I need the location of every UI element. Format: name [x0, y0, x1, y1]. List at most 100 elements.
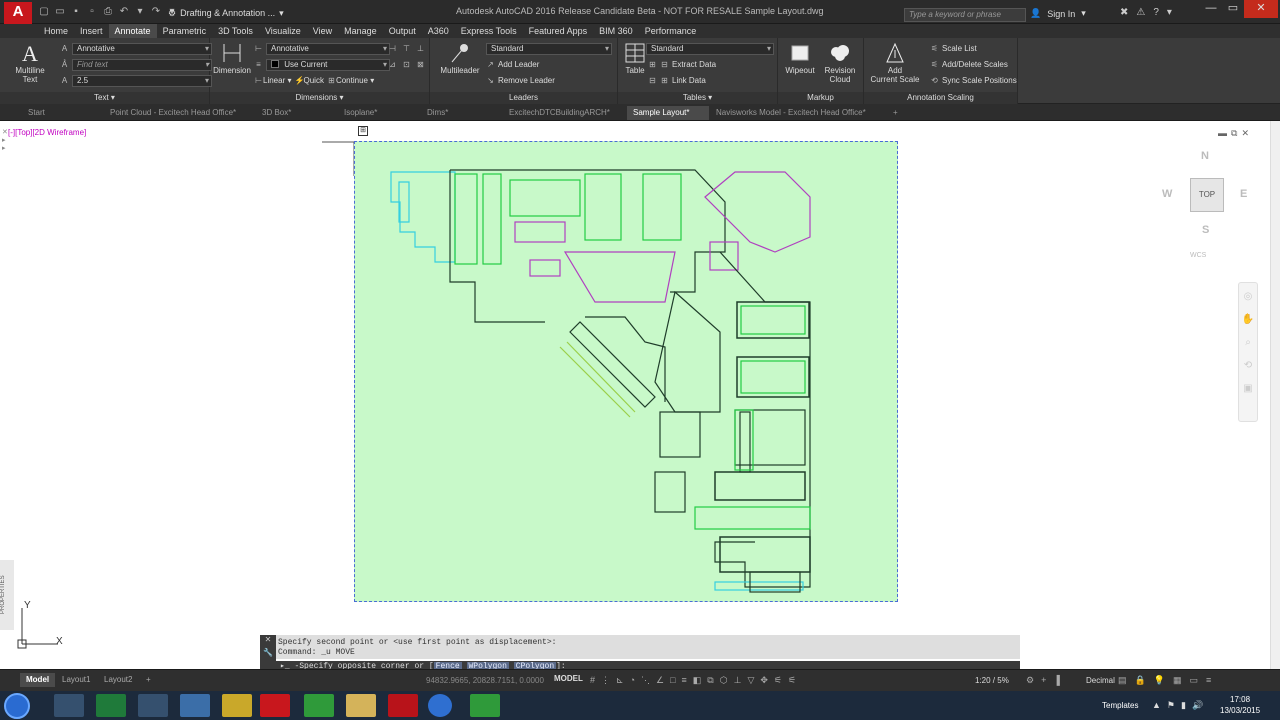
- file-tab-sample-layout[interactable]: Sample Layout*: [627, 106, 709, 120]
- units-select[interactable]: Decimal: [1086, 676, 1115, 685]
- selection-cycling-icon[interactable]: ⧉: [707, 675, 713, 686]
- properties-palette-tab[interactable]: PROPERTIES: [0, 560, 14, 630]
- polar-icon[interactable]: ◔: [630, 675, 635, 686]
- viewcube-south[interactable]: S: [1202, 224, 1209, 236]
- ribbon-tab-bim-360[interactable]: BIM 360: [593, 24, 639, 38]
- system-clock[interactable]: 17:08 13/03/2015: [1220, 694, 1260, 716]
- leader-style-select[interactable]: Standard: [486, 42, 612, 55]
- save-as-icon[interactable]: ▫: [86, 6, 98, 18]
- sync-scale-positions-button[interactable]: ⟲ Sync Scale Positions: [930, 74, 1017, 87]
- layout-tab-layout1[interactable]: Layout1: [56, 673, 96, 687]
- dynamic-ucs-icon[interactable]: ⊥: [734, 675, 742, 686]
- stay-connected-icon[interactable]: ⚠: [1136, 7, 1145, 18]
- camtasia-recorder-icon[interactable]: [470, 694, 500, 717]
- file-tab-navisworks[interactable]: Navisworks Model - Excitech Head Office*: [710, 106, 888, 120]
- dim-break-icon[interactable]: ⊣: [388, 44, 397, 53]
- customize-icon[interactable]: 🔧: [260, 648, 276, 657]
- chrome-icon[interactable]: [428, 694, 452, 717]
- close-command-line-icon[interactable]: ✕: [260, 635, 276, 644]
- continue-button[interactable]: ⊞Continue ▾: [327, 76, 374, 85]
- ribbon-tab-home[interactable]: Home: [38, 24, 74, 38]
- multiline-text-button[interactable]: A Multiline Text: [10, 42, 50, 84]
- tables-panel-title[interactable]: Tables ▾: [618, 92, 777, 104]
- auto-scale-icon[interactable]: ⚟: [788, 675, 796, 686]
- ribbon-tab-express-tools[interactable]: Express Tools: [455, 24, 523, 38]
- navigation-bar[interactable]: ◎ ✋ ⌕ ⟲ ▣: [1238, 282, 1258, 422]
- dim-update-icon[interactable]: ⊠: [416, 60, 425, 69]
- file-tab-isoplane[interactable]: Isoplane*: [338, 106, 420, 120]
- ribbon-tab-insert[interactable]: Insert: [74, 24, 109, 38]
- extract-data-button[interactable]: ⊞ ⊟ Extract Data: [648, 58, 716, 71]
- zoom-icon[interactable]: ⌕: [1239, 337, 1257, 348]
- text-panel-title[interactable]: Text ▾: [0, 92, 209, 104]
- object-snap-tracking-icon[interactable]: ∠: [656, 675, 664, 686]
- gizmo-icon[interactable]: ✥: [760, 675, 768, 686]
- remove-leader-button[interactable]: ↘ Remove Leader: [486, 74, 555, 87]
- file-tab-dims[interactable]: Dims*: [421, 106, 503, 120]
- lock-ui-icon[interactable]: 🔒: [1135, 675, 1146, 686]
- showmotion-icon[interactable]: ▣: [1239, 383, 1257, 394]
- layout-tab-model[interactable]: Model: [20, 673, 56, 687]
- graphics-performance-icon[interactable]: ▦: [1173, 675, 1182, 686]
- link-data-button[interactable]: ⊟ ⊞ Link Data: [648, 74, 706, 87]
- ribbon-tab-manage[interactable]: Manage: [338, 24, 383, 38]
- ortho-icon[interactable]: ⊾: [616, 675, 624, 686]
- file-tab-excitech-dtc[interactable]: ExcitechDTCBuildingARCH*: [503, 106, 625, 120]
- network-icon[interactable]: ▮: [1181, 700, 1186, 711]
- annotation-monitor-icon[interactable]: +: [1041, 675, 1046, 686]
- acrobat-icon[interactable]: [388, 694, 418, 717]
- ribbon-tab-performance[interactable]: Performance: [639, 24, 703, 38]
- templates-toolbar[interactable]: Templates: [1102, 701, 1138, 710]
- ribbon-tab-parametric[interactable]: Parametric: [157, 24, 213, 38]
- workspace-switcher[interactable]: ⚙ Drafting & Annotation ... ▾: [168, 6, 284, 20]
- clean-screen-icon[interactable]: ▭: [1189, 675, 1198, 686]
- dim-style-select[interactable]: Annotative: [266, 42, 390, 55]
- ribbon-tab-a360[interactable]: A360: [422, 24, 455, 38]
- multileader-button[interactable]: Multileader: [436, 42, 484, 75]
- model-space-button[interactable]: MODEL: [554, 674, 583, 683]
- minimize-icon[interactable]: —: [1200, 0, 1222, 18]
- add-leader-button[interactable]: ↗ Add Leader: [486, 58, 539, 71]
- dim-layer-select[interactable]: Use Current: [266, 58, 390, 71]
- open-icon[interactable]: ▭: [54, 6, 66, 18]
- minimize-drawing-icon[interactable]: ▬: [1218, 128, 1227, 139]
- restore-drawing-icon[interactable]: ⧉: [1231, 128, 1237, 139]
- viewport-controls-label[interactable]: [-][Top][2D Wireframe]: [8, 128, 86, 137]
- dim-space-icon[interactable]: ⊡: [402, 60, 411, 69]
- wipeout-button[interactable]: Wipeout: [780, 42, 820, 75]
- dimension-button[interactable]: Dimension: [212, 42, 252, 75]
- ribbon-tab-view[interactable]: View: [307, 24, 338, 38]
- markup-panel-title[interactable]: Markup: [778, 92, 863, 104]
- explorer-icon[interactable]: [346, 694, 376, 717]
- vertical-scrollbar[interactable]: [1270, 121, 1280, 669]
- undo-icon[interactable]: ↶: [118, 6, 130, 18]
- text-height-select[interactable]: 2.5: [72, 74, 212, 87]
- viewcube-wcs-menu[interactable]: WCS: [1190, 252, 1206, 259]
- exchange-icon[interactable]: ✖: [1120, 7, 1128, 18]
- coordinates-readout[interactable]: 94832.9665, 20828.7151, 0.0000: [426, 676, 544, 685]
- palette-settings-icon[interactable]: ▸: [2, 136, 14, 144]
- object-snap-icon[interactable]: □: [670, 675, 675, 686]
- ribbon-tab-3d-tools[interactable]: 3D Tools: [212, 24, 259, 38]
- scale-list-button[interactable]: ⚟ Scale List: [930, 42, 977, 55]
- sign-in-button[interactable]: 👤 Sign In ▾: [1030, 8, 1086, 19]
- application-menu-button[interactable]: A: [4, 2, 32, 24]
- dim-inspect-icon[interactable]: ⊥: [416, 44, 425, 53]
- annotation-scaling-panel-title[interactable]: Annotation Scaling: [864, 92, 1017, 104]
- layout-tab-layout2[interactable]: Layout2: [98, 673, 138, 687]
- flag-icon[interactable]: ⚑: [1167, 700, 1175, 711]
- chevron-down-icon[interactable]: ▾: [1167, 7, 1172, 18]
- file-tab-start[interactable]: Start: [22, 106, 102, 120]
- autocad-icon[interactable]: [260, 694, 290, 717]
- viewcube-east[interactable]: E: [1240, 188, 1247, 200]
- pan-icon[interactable]: ✋: [1239, 314, 1257, 325]
- dimensions-panel-title[interactable]: Dimensions ▾: [210, 92, 429, 104]
- print-icon[interactable]: ⎙: [102, 6, 114, 18]
- volume-icon[interactable]: 🔊: [1192, 700, 1203, 711]
- undo-dropdown-icon[interactable]: ▾: [134, 6, 146, 18]
- command-line-handle[interactable]: ✕ 🔧: [260, 635, 276, 673]
- windows-start-icon[interactable]: [4, 693, 30, 719]
- grip-marker-icon[interactable]: ⊞: [358, 126, 368, 136]
- ribbon-tab-visualize[interactable]: Visualize: [259, 24, 307, 38]
- dim-jog-icon[interactable]: ⊿: [388, 60, 397, 69]
